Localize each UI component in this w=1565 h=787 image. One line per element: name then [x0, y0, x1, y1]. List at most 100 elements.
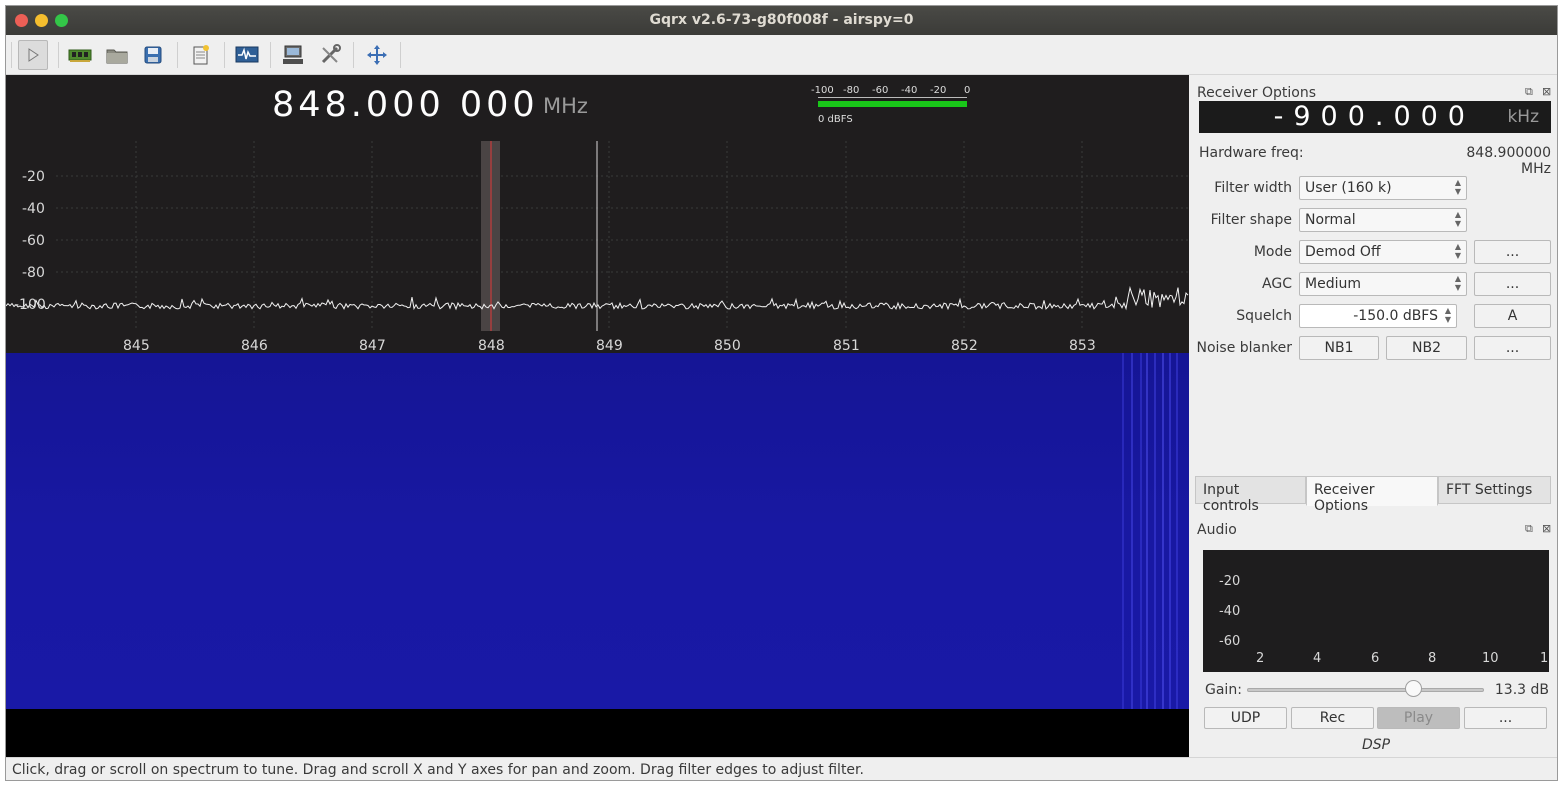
meter-level-label: 0 dBFS	[818, 114, 853, 125]
audio-x-tick: 4	[1313, 651, 1322, 666]
audio-dock-title: Audio	[1197, 522, 1237, 538]
spin-arrows-icon: ▲ ▼	[1444, 306, 1451, 324]
notes-icon	[193, 45, 209, 65]
spin-arrows-icon: ▲ ▼	[1454, 242, 1461, 260]
title-bar: Gqrx v2.6-73-g80f008f - airspy=0	[6, 6, 1557, 35]
squelch-auto-button[interactable]: A	[1474, 304, 1551, 328]
nb1-button[interactable]: NB1	[1299, 336, 1379, 360]
filter-width-value: User (160 k)	[1305, 180, 1392, 196]
noise-blanker-options-button[interactable]: ...	[1474, 336, 1551, 360]
app-window: Gqrx v2.6-73-g80f008f - airspy=0 848.000…	[5, 5, 1558, 781]
spectrum-plot[interactable]: -20 -40 -60 -80 -100 845 846 847 848 849…	[6, 131, 1189, 353]
meter-tick: -60	[872, 85, 889, 96]
meter-tick: 0	[964, 85, 971, 96]
remote-notes-button[interactable]	[186, 40, 216, 70]
tab-receiver-options[interactable]: Receiver Options	[1306, 476, 1438, 514]
filter-width-label: Filter width	[1214, 180, 1292, 196]
hardware-freq-value: 848.900000 MHz	[1466, 145, 1551, 177]
x-tick-label: 845	[123, 338, 150, 353]
io-devices-button[interactable]	[65, 40, 95, 70]
toolbar-grip	[11, 42, 12, 68]
x-tick-label: 853	[1069, 338, 1096, 353]
toolbar-separator	[58, 42, 59, 68]
x-axis-ticks: 845 846 847 848 849 850 851 852 853	[123, 338, 1096, 353]
agc-label: AGC	[1262, 276, 1292, 292]
network-icon	[283, 45, 303, 64]
configure-button[interactable]	[315, 40, 345, 70]
fullscreen-icon	[367, 45, 387, 65]
window-title: Gqrx v2.6-73-g80f008f - airspy=0	[649, 12, 914, 28]
meter-scale	[818, 97, 967, 98]
y-tick-label: -20	[22, 169, 45, 185]
remote-control-button[interactable]	[278, 40, 308, 70]
tools-icon	[321, 44, 341, 64]
filter-width-select[interactable]: User (160 k) ▲ ▼	[1299, 176, 1467, 200]
gain-value: 13.3 dB	[1494, 682, 1549, 698]
frequency-readout[interactable]: 848.000 000	[272, 85, 539, 125]
noise-blanker-label: Noise blanker	[1196, 340, 1293, 356]
open-settings-button[interactable]	[102, 40, 132, 70]
tab-fft-settings[interactable]: FFT Settings	[1438, 476, 1551, 504]
spin-arrows-icon: ▲ ▼	[1454, 210, 1461, 228]
dock-float-icon[interactable]: ⧉	[1525, 85, 1533, 99]
right-dock: Receiver Options ⧉ ⊠ -900.000 kHz Hardwa…	[1189, 75, 1557, 757]
x-tick-label: 852	[951, 338, 978, 353]
y-tick-label: -40	[22, 201, 45, 217]
waveform-icon	[235, 46, 259, 63]
agc-options-button[interactable]: ...	[1474, 272, 1551, 296]
filter-shape-select[interactable]: Normal ▲ ▼	[1299, 208, 1467, 232]
agc-select[interactable]: Medium ▲ ▼	[1299, 272, 1467, 296]
x-tick-label: 848	[478, 338, 505, 353]
record-button[interactable]: Rec	[1291, 707, 1374, 729]
hardware-freq-label: Hardware freq:	[1199, 145, 1304, 161]
mode-select[interactable]: Demod Off ▲ ▼	[1299, 240, 1467, 264]
mode-label: Mode	[1253, 244, 1292, 260]
audio-y-tick: -60	[1219, 634, 1241, 649]
y-tick-label: -60	[22, 233, 45, 249]
toolbar-separator	[400, 42, 401, 68]
audio-x-tick: 10	[1482, 651, 1499, 666]
gain-slider-track[interactable]	[1247, 688, 1484, 692]
signal-meter: -100 -80 -60 -40 -20 0 0 dBFS	[806, 85, 976, 130]
dock-close-icon[interactable]: ⊠	[1542, 85, 1551, 98]
save-icon	[144, 46, 162, 64]
x-tick-label: 849	[596, 338, 623, 353]
dsp-label: DSP	[1362, 737, 1391, 753]
y-tick-label: -80	[22, 265, 45, 281]
x-tick-label: 846	[241, 338, 268, 353]
filter-shape-value: Normal	[1305, 212, 1356, 228]
gain-label: Gain:	[1205, 682, 1242, 698]
udp-button[interactable]: UDP	[1204, 707, 1287, 729]
hardware-icon	[68, 49, 92, 62]
dock-close-icon[interactable]: ⊠	[1542, 522, 1551, 535]
save-settings-button[interactable]	[138, 40, 168, 70]
meter-level-bar	[818, 101, 967, 107]
tab-input-controls[interactable]: Input controls	[1195, 476, 1306, 514]
status-message: Click, drag or scroll on spectrum to tun…	[12, 762, 864, 778]
fullscreen-button[interactable]	[362, 40, 392, 70]
audio-y-tick: -20	[1219, 574, 1241, 589]
filter-shape-label: Filter shape	[1210, 212, 1292, 228]
meter-tick: -100	[811, 85, 834, 96]
offset-frequency-display[interactable]: -900.000 kHz	[1199, 101, 1551, 133]
play-button[interactable]: Play	[1377, 707, 1460, 729]
toolbar-separator	[224, 42, 225, 68]
mode-options-button[interactable]: ...	[1474, 240, 1551, 264]
audio-x-tick: 8	[1428, 651, 1437, 666]
squelch-spinbox[interactable]: -150.0 dBFS ▲ ▼	[1299, 304, 1457, 328]
receiver-options-dock-title: Receiver Options	[1197, 85, 1317, 101]
start-dsp-button[interactable]	[18, 40, 48, 70]
dock-float-icon[interactable]: ⧉	[1525, 522, 1533, 536]
audio-options-button[interactable]: ...	[1464, 707, 1547, 729]
gain-slider-handle[interactable]	[1404, 680, 1422, 697]
waterfall-footer	[6, 709, 1189, 757]
audio-y-tick: -40	[1219, 604, 1241, 619]
nb2-button[interactable]: NB2	[1386, 336, 1467, 360]
waterfall-signal-lines	[1122, 353, 1178, 709]
spectrum-area: 848.000 000 MHz -100 -80 -60 -40 -20 0 0…	[6, 75, 1189, 757]
x-tick-label: 847	[359, 338, 386, 353]
meter-tick: -20	[930, 85, 947, 96]
audio-x-tick: 1	[1540, 651, 1549, 666]
waterfall-display[interactable]	[6, 353, 1189, 709]
signal-analysis-button[interactable]	[232, 40, 262, 70]
